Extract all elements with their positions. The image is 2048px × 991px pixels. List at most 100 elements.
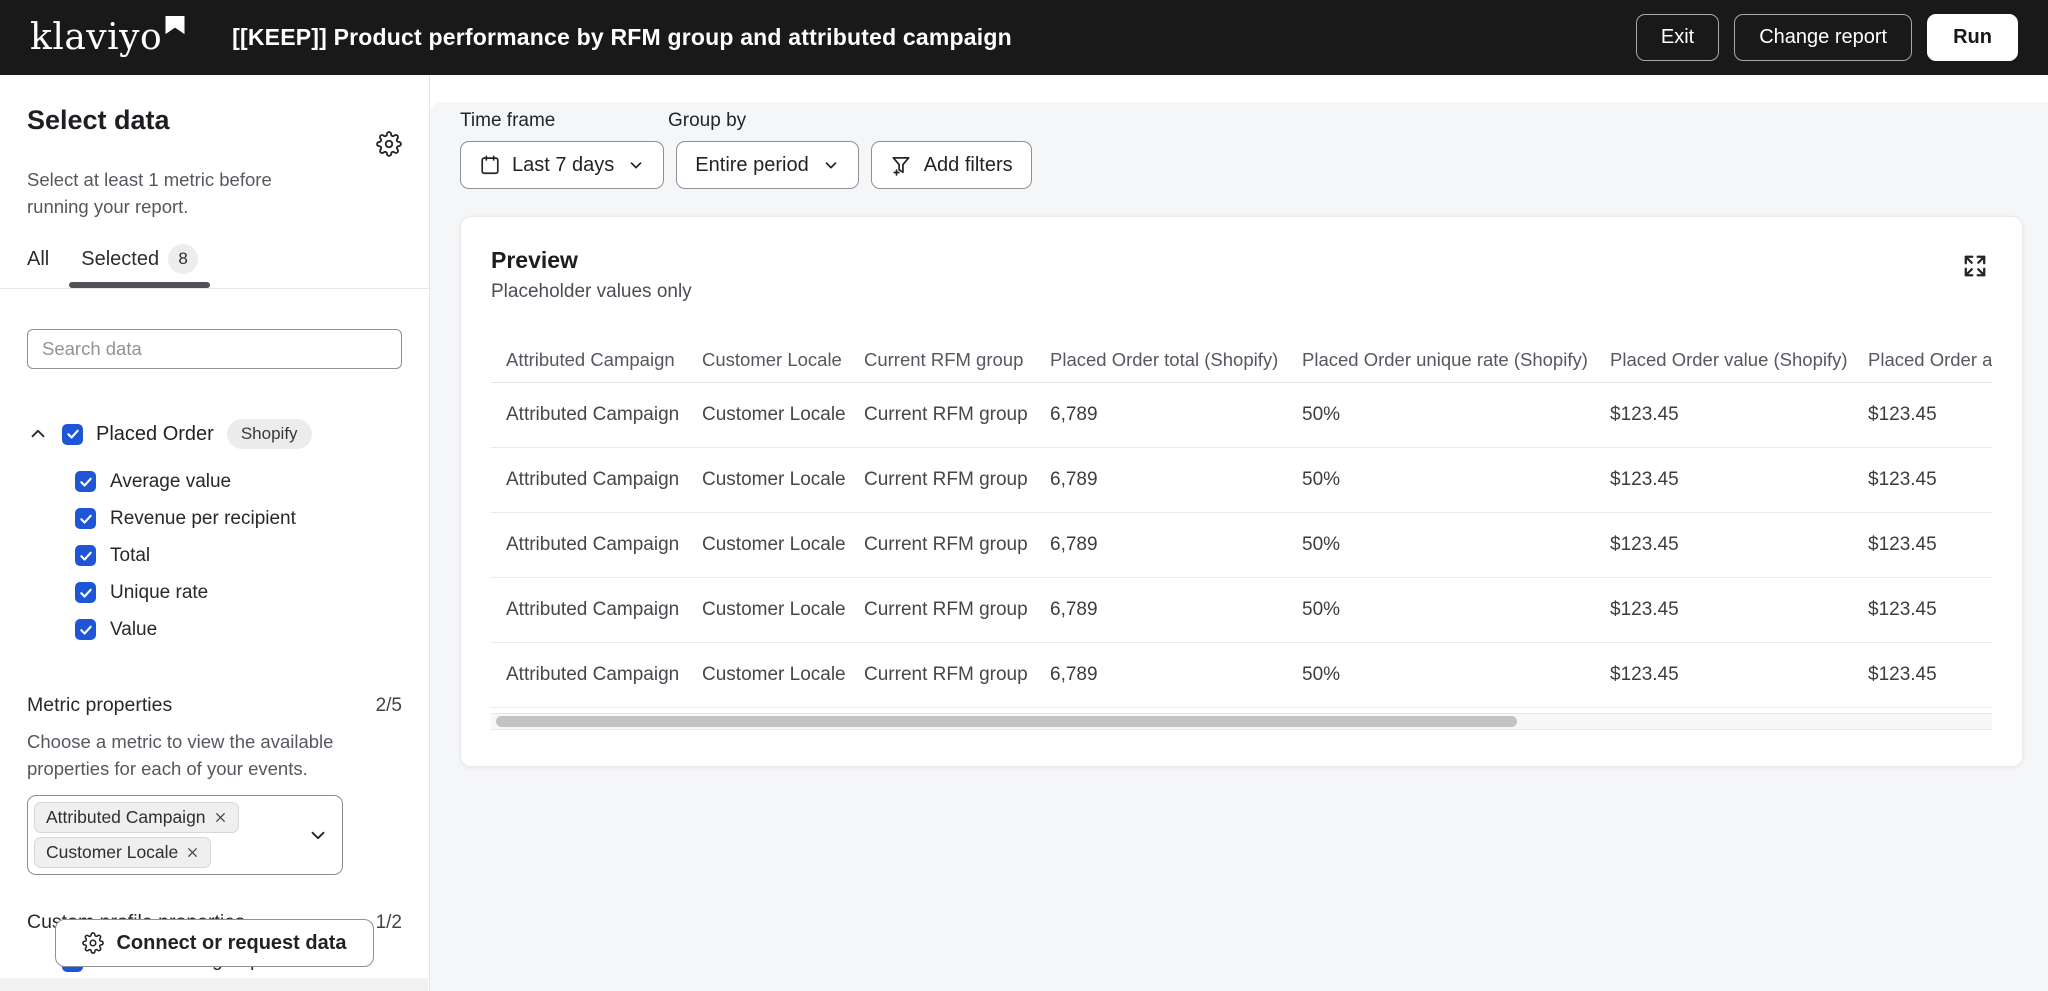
- metric-label: Average value: [110, 471, 231, 493]
- filter-plus-icon: [890, 154, 913, 177]
- scrollbar-thumb[interactable]: [496, 716, 1517, 727]
- column-header: Placed Order value (Shopify): [1595, 349, 1853, 371]
- table-cell: $123.45: [1853, 664, 1992, 686]
- metric-checkbox[interactable]: [75, 471, 96, 492]
- table-row: Attributed Campaign Customer Locale Curr…: [491, 643, 1992, 708]
- metric-properties-multiselect[interactable]: Attributed Campaign Customer Locale: [27, 795, 343, 875]
- tab-all[interactable]: All: [27, 248, 49, 271]
- list-item: Value: [27, 611, 402, 648]
- table-cell: Attributed Campaign: [491, 469, 687, 491]
- table-cell: Attributed Campaign: [491, 599, 687, 621]
- table-cell: 50%: [1287, 599, 1595, 621]
- table-cell: Current RFM group: [849, 534, 1035, 556]
- column-header: Placed Order unique rate (Shopify): [1287, 349, 1595, 371]
- exit-button[interactable]: Exit: [1636, 14, 1719, 61]
- add-filters-label: Add filters: [924, 154, 1013, 177]
- app-window: klaviyo [[KEEP]] Product performance by …: [0, 0, 2048, 991]
- top-bar: klaviyo [[KEEP]] Product performance by …: [0, 0, 2048, 75]
- metric-label: Total: [110, 545, 150, 567]
- metric-label: Value: [110, 619, 157, 641]
- table-cell: 50%: [1287, 664, 1595, 686]
- group-by-label: Group by: [668, 110, 746, 132]
- time-frame-value: Last 7 days: [512, 154, 614, 177]
- expand-icon[interactable]: [1958, 249, 1992, 283]
- select-data-sidebar: Select data Select at least 1 metric bef…: [0, 75, 430, 991]
- main-area: Time frame Group by Last 7 days Entire p…: [430, 75, 2048, 991]
- close-icon[interactable]: [214, 811, 227, 824]
- table-cell: 50%: [1287, 534, 1595, 556]
- toolbar: Last 7 days Entire period Add filters: [460, 141, 2023, 189]
- time-frame-label: Time frame: [460, 110, 668, 132]
- search-input[interactable]: [27, 329, 402, 369]
- table-cell: Current RFM group: [849, 599, 1035, 621]
- close-icon[interactable]: [186, 846, 199, 859]
- table-cell: $123.45: [1853, 404, 1992, 426]
- report-title: [[KEEP]] Product performance by RFM grou…: [232, 24, 1012, 51]
- table-cell: Attributed Campaign: [491, 404, 687, 426]
- group-by-dropdown[interactable]: Entire period: [676, 141, 858, 189]
- list-item: Unique rate: [27, 574, 402, 611]
- table-cell: Current RFM group: [849, 469, 1035, 491]
- column-header: Customer Locale: [687, 349, 849, 371]
- gear-icon: [82, 932, 104, 954]
- chip-customer-locale[interactable]: Customer Locale: [34, 837, 211, 868]
- connect-button-label: Connect or request data: [116, 932, 346, 955]
- column-header: Attributed Campaign: [491, 349, 687, 371]
- metric-label: Revenue per recipient: [110, 508, 296, 530]
- table-body: Attributed Campaign Customer Locale Curr…: [491, 383, 1992, 708]
- table-cell: Current RFM group: [849, 404, 1035, 426]
- table-cell: $123.45: [1595, 599, 1853, 621]
- tab-selected[interactable]: Selected 8: [69, 244, 210, 274]
- chevron-down-icon[interactable]: [307, 824, 329, 846]
- time-frame-dropdown[interactable]: Last 7 days: [460, 141, 664, 189]
- table-cell: Attributed Campaign: [491, 534, 687, 556]
- table-cell: 6,789: [1035, 469, 1287, 491]
- table-cell: 50%: [1287, 404, 1595, 426]
- sidebar-title: Select data: [27, 105, 170, 136]
- calendar-icon: [479, 154, 501, 176]
- table-row: Attributed Campaign Customer Locale Curr…: [491, 448, 1992, 513]
- sidebar-footer: Connect or request data: [27, 919, 402, 967]
- change-report-button[interactable]: Change report: [1734, 14, 1912, 61]
- table-cell: $123.45: [1853, 599, 1992, 621]
- tab-selected-label: Selected: [81, 248, 159, 271]
- sidebar-subtitle: Select at least 1 metric before running …: [27, 166, 327, 220]
- collapse-chevron-up-icon[interactable]: [27, 423, 49, 445]
- data-tabs: All Selected 8: [0, 244, 429, 289]
- table-cell: Customer Locale: [687, 534, 849, 556]
- metric-checkbox[interactable]: [75, 508, 96, 529]
- chevron-down-icon: [627, 156, 645, 174]
- klaviyo-wordmark: klaviyo: [30, 18, 162, 58]
- table-cell: Customer Locale: [687, 664, 849, 686]
- metric-checkbox[interactable]: [75, 619, 96, 640]
- metric-properties-count: 2/5: [376, 695, 402, 717]
- table-cell: 50%: [1287, 469, 1595, 491]
- chip-attributed-campaign[interactable]: Attributed Campaign: [34, 802, 239, 833]
- chip-label: Customer Locale: [46, 842, 178, 863]
- column-header: Placed Order total (Shopify): [1035, 349, 1287, 371]
- run-button[interactable]: Run: [1927, 14, 2018, 61]
- table-cell: Customer Locale: [687, 404, 849, 426]
- metric-group-label: Placed Order: [96, 423, 214, 446]
- table-cell: Attributed Campaign: [491, 664, 687, 686]
- chip-label: Attributed Campaign: [46, 807, 206, 828]
- list-item: Total: [27, 537, 402, 574]
- add-filters-button[interactable]: Add filters: [871, 141, 1032, 189]
- table-cell: 6,789: [1035, 664, 1287, 686]
- settings-gear-icon[interactable]: [376, 131, 402, 157]
- column-header: Placed Order av: [1853, 349, 1992, 371]
- sidebar-horizontal-scrollbar[interactable]: [0, 978, 428, 991]
- table-cell: 6,789: [1035, 534, 1287, 556]
- preview-table: Attributed Campaign Customer Locale Curr…: [491, 337, 1992, 730]
- source-badge: Shopify: [227, 419, 312, 449]
- table-cell: $123.45: [1595, 534, 1853, 556]
- table-cell: Customer Locale: [687, 469, 849, 491]
- metric-checkbox[interactable]: [75, 582, 96, 603]
- klaviyo-logo: klaviyo: [30, 18, 186, 58]
- connect-or-request-data-button[interactable]: Connect or request data: [55, 919, 373, 967]
- table-row: Attributed Campaign Customer Locale Curr…: [491, 578, 1992, 643]
- table-cell: 6,789: [1035, 404, 1287, 426]
- metric-checkbox[interactable]: [75, 545, 96, 566]
- horizontal-scrollbar[interactable]: [491, 713, 1992, 730]
- placed-order-checkbox[interactable]: [62, 424, 83, 445]
